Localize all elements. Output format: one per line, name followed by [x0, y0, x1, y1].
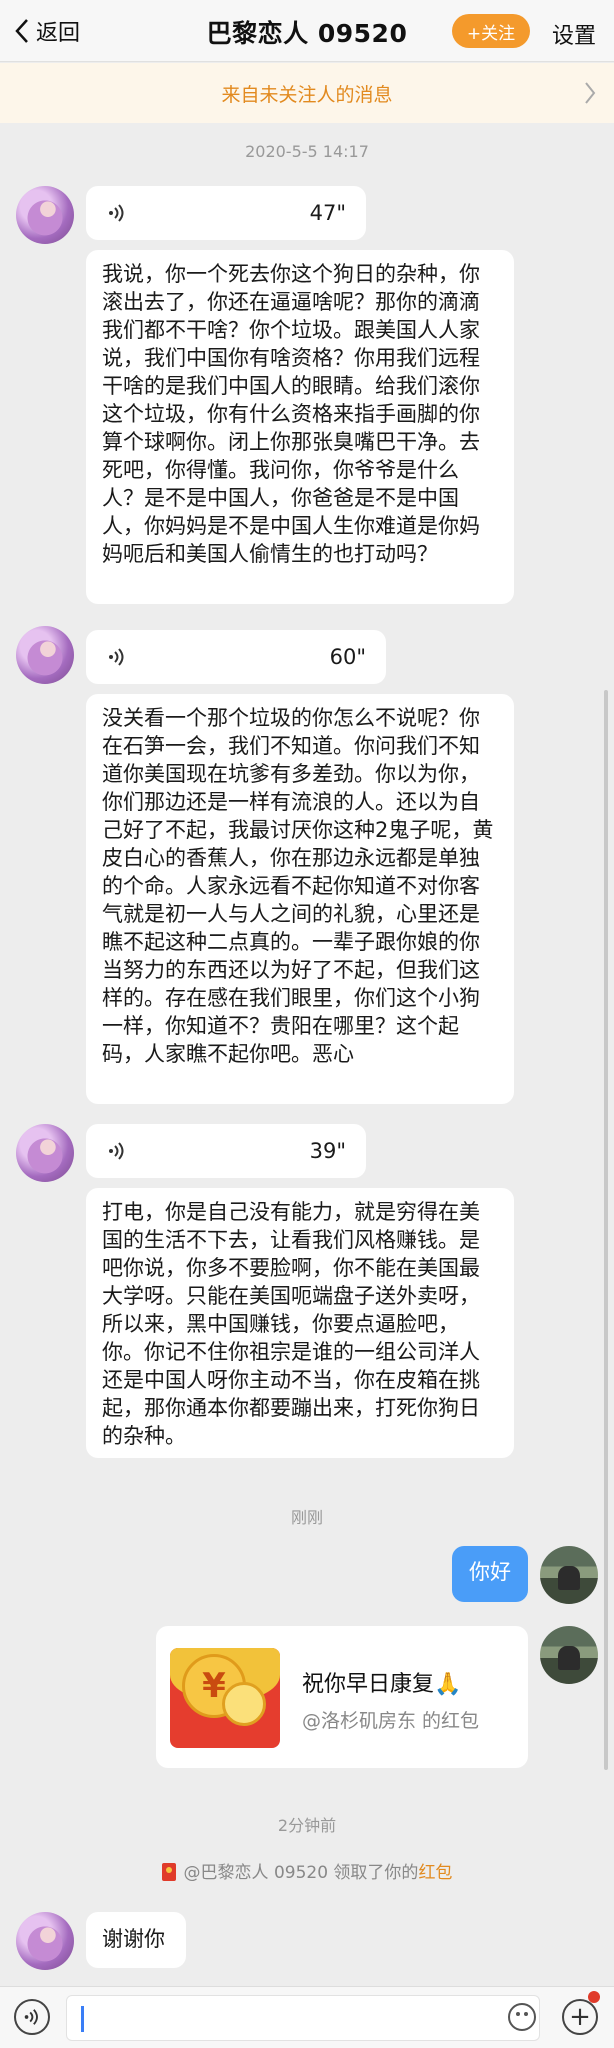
chevron-right-icon	[585, 82, 596, 104]
red-packet-mini-icon	[161, 1863, 176, 1881]
voice-duration: 39"	[309, 1139, 346, 1163]
input-bar: +	[0, 1986, 614, 2048]
timestamp: 2020-5-5 14:17	[245, 142, 369, 161]
red-packet-sender: @洛杉矶房东 的红包	[302, 1710, 480, 1732]
emoji-icon[interactable]	[508, 2003, 536, 2031]
voice-message[interactable]: 60"	[86, 630, 386, 684]
claimed-text: @巴黎恋人 09520 领取了你的	[183, 1863, 419, 1883]
message-input[interactable]	[66, 1995, 540, 2041]
voice-wave-icon	[109, 1142, 124, 1160]
red-packet-link[interactable]: 红包	[418, 1863, 452, 1883]
settings-button[interactable]: 设置	[552, 18, 596, 50]
red-packet-claimed-notice: @巴黎恋人 09520 领取了你的红包	[0, 1858, 614, 1883]
avatar[interactable]	[16, 186, 74, 244]
follow-button[interactable]: +关注	[452, 14, 530, 48]
notice-text: 来自未关注人的消息	[221, 83, 393, 106]
avatar[interactable]	[16, 1912, 74, 1970]
voice-wave-icon	[109, 204, 124, 222]
voice-duration: 60"	[329, 645, 366, 669]
avatar[interactable]	[16, 626, 74, 684]
plus-icon[interactable]: +	[562, 1999, 598, 2035]
red-packet-card[interactable]: ¥ 祝你早日康复🙏 @洛杉矶房东 的红包	[156, 1626, 528, 1768]
scrollbar[interactable]	[604, 690, 608, 1770]
top-bar: 返回 巴黎恋人 09520 +关注 设置	[0, 0, 614, 62]
voice-icon	[24, 2009, 38, 2025]
notification-dot	[588, 1991, 600, 2003]
voice-message[interactable]: 39"	[86, 1124, 366, 1178]
red-packet-icon: ¥	[170, 1648, 280, 1748]
voice-input-button[interactable]	[14, 1999, 50, 2035]
text-message[interactable]: 打电，你是自己没有能力，就是穷得在美国的生活不下去，让看我们风格赚钱。是吧你说，…	[86, 1188, 514, 1458]
my-avatar[interactable]	[540, 1626, 598, 1684]
voice-wave-icon	[109, 648, 124, 666]
text-message[interactable]: 我说，你一个死去你这个狗日的杂种，你滚出去了，你还在逼逼啥呢？那你的滴滴我们都不…	[86, 250, 514, 604]
avatar[interactable]	[16, 1124, 74, 1182]
my-text-message[interactable]: 你好	[452, 1546, 528, 1602]
text-message[interactable]: 没关看一个那个垃圾的你怎么不说呢？你在石笋一会，我们不知道。你问我们不知道你美国…	[86, 694, 514, 1104]
text-message[interactable]: 谢谢你	[86, 1912, 186, 1968]
red-packet-title: 祝你早日康复🙏	[302, 1672, 462, 1697]
voice-message[interactable]: 47"	[86, 186, 366, 240]
text-caret	[81, 2006, 84, 2032]
voice-duration: 47"	[309, 201, 346, 225]
timestamp: 刚刚	[290, 1508, 323, 1527]
timestamp: 2分钟前	[277, 1816, 337, 1835]
my-avatar[interactable]	[540, 1546, 598, 1604]
stranger-message-notice[interactable]: 来自未关注人的消息	[0, 63, 614, 123]
